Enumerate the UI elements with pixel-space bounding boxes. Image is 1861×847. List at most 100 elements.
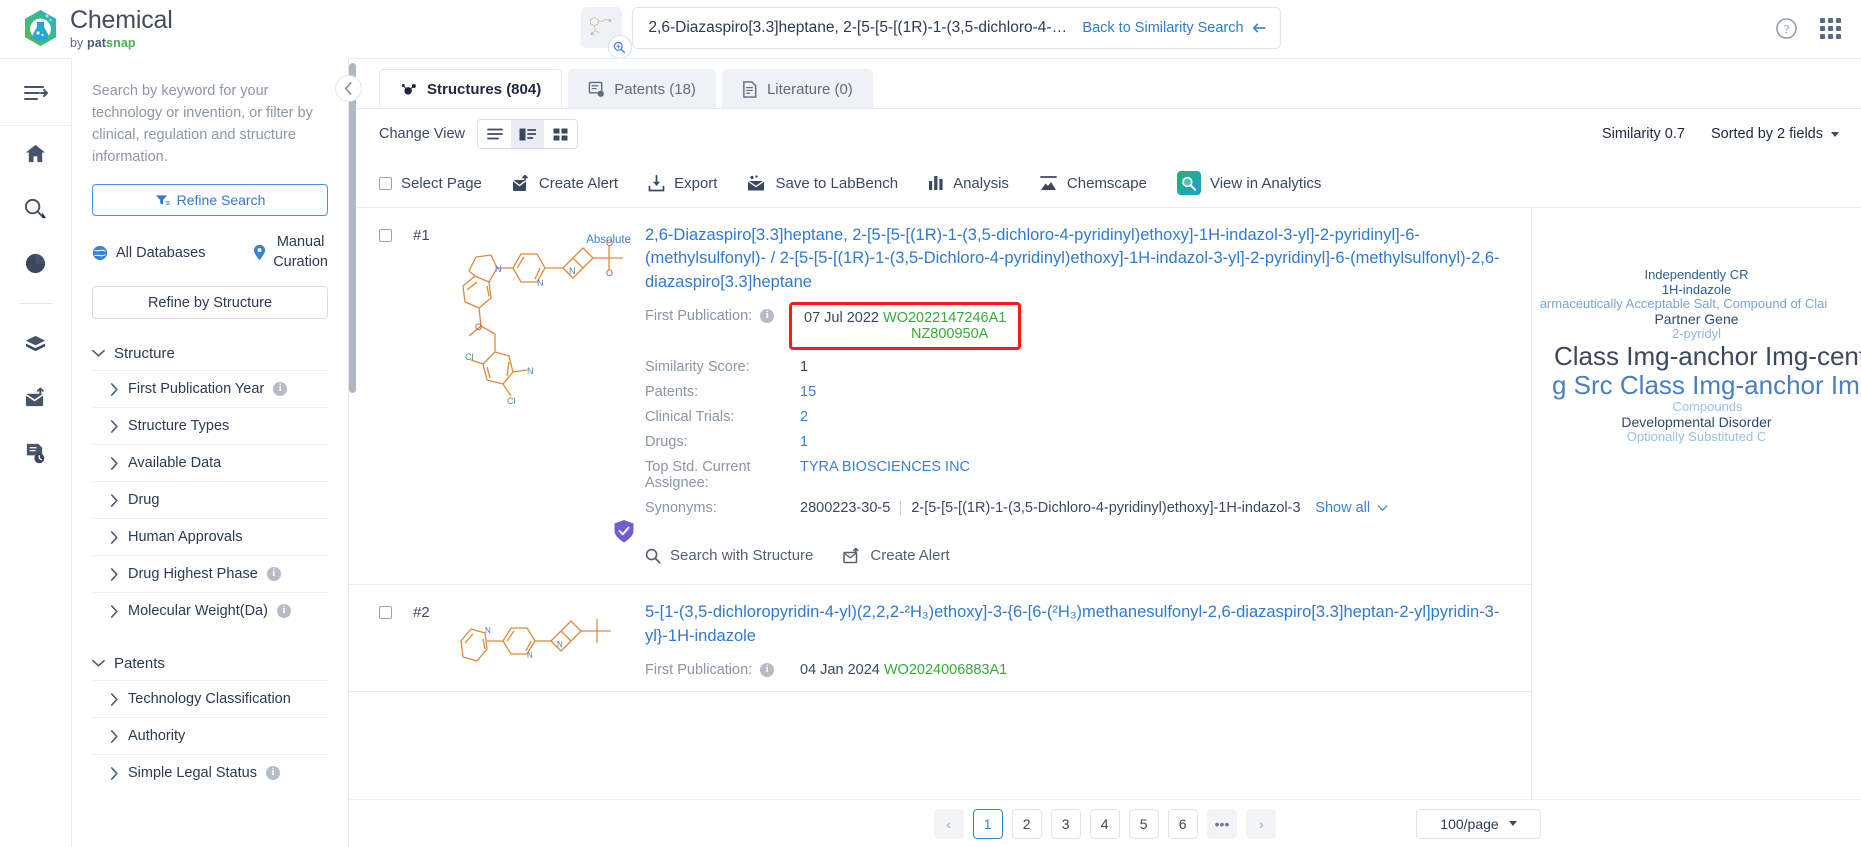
info-icon[interactable]: i [273, 382, 288, 397]
export-button[interactable]: Export [648, 174, 717, 192]
word-cloud-term-7[interactable]: g Src Class Img-anchor Im [1552, 370, 1860, 400]
facet-item-available-data[interactable]: Available Data [92, 444, 328, 481]
refine-by-structure-button[interactable]: Refine by Structure [92, 286, 328, 320]
search-input-box[interactable]: 2,6-Diazaspiro[3.3]heptane, 2-[5-[5-[(1R… [631, 7, 1281, 49]
result-title-link[interactable]: 2,6-Diazaspiro[3.3]heptane, 2-[5-[5-[(1R… [645, 224, 1531, 294]
rail-item-home[interactable] [0, 126, 71, 181]
facet-item-structure-types[interactable]: Structure Types [92, 407, 328, 444]
info-icon[interactable]: i [276, 604, 291, 619]
page-button-6[interactable]: 6 [1167, 808, 1198, 839]
word-cloud-term-8[interactable]: Compounds [1558, 400, 1857, 415]
tab-literature[interactable]: Literature (0) [721, 69, 873, 109]
rail-item-alerts[interactable] [0, 371, 71, 426]
similarity-score-value: 1 [800, 359, 809, 376]
search-query-text: 2,6-Diazaspiro[3.3]heptane, 2-[5-[5-[(1R… [648, 19, 1068, 36]
structure-thumbnail[interactable] [580, 7, 632, 59]
result-structure-image-2[interactable]: N N N [451, 601, 637, 691]
similarity-threshold[interactable]: Similarity 0.7 [1602, 126, 1685, 142]
info-icon[interactable]: i [760, 663, 775, 678]
rail-toggle-menu[interactable] [0, 65, 71, 126]
rail-item-search[interactable] [0, 181, 71, 236]
facet-item-molecular-weight[interactable]: Molecular Weight(Da) i [92, 592, 328, 629]
facet-group-header-structure[interactable]: Structure [92, 337, 328, 370]
facet-item-drug-highest-phase[interactable]: Drug Highest Phase i [92, 555, 328, 592]
page-ellipsis[interactable]: ••• [1206, 808, 1238, 839]
brand-logo[interactable]: Chemical by patsnap [0, 7, 173, 50]
brand-pat: pat [86, 35, 107, 50]
result-checkbox[interactable] [379, 606, 392, 620]
first-publication-code[interactable]: WO2024006883A1 [884, 662, 1007, 678]
detail-view-button[interactable] [511, 120, 544, 148]
create-alert-button[interactable]: Create Alert [512, 174, 618, 192]
word-cloud-term-5[interactable]: 2-pyridyl [1536, 327, 1857, 342]
facet-item-technology-classification[interactable]: Technology Classification [92, 680, 328, 717]
manual-curation-selector[interactable]: Manual Curation [253, 233, 328, 272]
facet-item-human-approvals[interactable]: Human Approvals [92, 518, 328, 555]
select-page-checkbox[interactable]: Select Page [379, 175, 482, 192]
create-alert-result-button[interactable]: Create Alert [843, 547, 950, 564]
word-cloud-term-6[interactable]: Class Img-anchor Img-cent [1554, 341, 1861, 371]
save-to-labbench-button[interactable]: Save to LabBench [747, 175, 898, 192]
facet-item-simple-legal-status[interactable]: Simple Legal Status i [92, 754, 328, 791]
first-publication-code[interactable]: WO2022147246A1 [883, 310, 1006, 326]
sidebar-scrollbar[interactable] [349, 63, 356, 393]
info-icon[interactable]: i [760, 309, 775, 324]
per-page-selector[interactable]: 100/page [1416, 808, 1541, 839]
facet-group-structure: Structure First Publication Year i Struc… [92, 337, 328, 629]
facet-group-header-patents[interactable]: Patents [92, 647, 328, 680]
all-databases-selector[interactable]: All Databases [92, 245, 205, 261]
facet-item-first-publication-year[interactable]: First Publication Year i [92, 370, 328, 407]
help-icon[interactable]: ? [1775, 17, 1798, 40]
patents-value[interactable]: 15 [800, 384, 816, 400]
facet-item-drug[interactable]: Drug [92, 481, 328, 518]
svg-text:N: N [569, 266, 576, 276]
rail-item-history[interactable] [0, 426, 71, 481]
search-with-structure-button[interactable]: Search with Structure [645, 547, 813, 564]
word-cloud-term-1[interactable]: Independently CR [1536, 267, 1857, 283]
chemscape-button[interactable]: Chemscape [1039, 175, 1147, 192]
apps-grid-icon[interactable] [1820, 18, 1841, 39]
create-alert-icon [843, 547, 859, 564]
refine-search-button[interactable]: Refine Search [92, 184, 328, 217]
synonyms-value: 2800223-30-5 2-[5-[5-[(1R)-1-(3,5-Dichlo… [800, 500, 1301, 516]
show-all-synonyms-link[interactable]: Show all [1315, 500, 1388, 516]
view-in-analytics-button[interactable]: View in Analytics [1176, 171, 1321, 195]
prev-page-button[interactable]: ‹ [933, 808, 964, 839]
result-checkbox[interactable] [379, 229, 392, 242]
collapse-sidebar-button[interactable] [335, 75, 362, 102]
word-cloud-term-4[interactable]: Partner Gene [1536, 311, 1857, 328]
word-cloud-term-2[interactable]: 1H-indazole [1536, 282, 1857, 298]
rail-item-analytics[interactable] [0, 236, 71, 291]
result-title-link[interactable]: 5-[1-(3,5-dichloropyridin-4-yl)(2,2,2-²H… [645, 601, 1531, 648]
sort-selector[interactable]: Sorted by 2 fields [1711, 126, 1839, 142]
page-button-3[interactable]: 3 [1050, 808, 1081, 839]
clinical-trials-value[interactable]: 2 [800, 409, 808, 425]
page-button-5[interactable]: 5 [1128, 808, 1159, 839]
drugs-value[interactable]: 1 [800, 434, 808, 450]
page-button-2[interactable]: 2 [1011, 808, 1042, 839]
tab-structures[interactable]: Structures (804) [379, 69, 563, 109]
back-to-similarity-search-link[interactable]: Back to Similarity Search [1082, 20, 1266, 36]
search-with-structure-label: Search with Structure [670, 547, 814, 565]
tab-patents[interactable]: Patents (18) [568, 69, 716, 109]
rail-item-database[interactable] [0, 316, 71, 371]
bar-chart-icon [929, 176, 943, 190]
analysis-button[interactable]: Analysis [928, 175, 1009, 192]
info-icon[interactable]: i [266, 567, 281, 582]
change-view-label: Change View [379, 126, 465, 142]
refine-search-label: Refine Search [176, 192, 266, 209]
zoom-structure-button[interactable] [607, 35, 632, 59]
assignee-value[interactable]: TYRA BIOSCIENCES INC [800, 459, 970, 475]
next-page-button[interactable]: › [1246, 808, 1277, 839]
result-structure-image-1[interactable]: Absolute N N N O O O Cl Cl N [451, 224, 637, 584]
page-button-1[interactable]: 1 [972, 808, 1003, 839]
info-icon[interactable]: i [265, 766, 280, 781]
grid-view-button[interactable] [544, 120, 577, 148]
page-button-4[interactable]: 4 [1089, 808, 1120, 839]
word-cloud-term-3[interactable]: armaceutically Acceptable Salt, Compound… [1532, 297, 1857, 312]
list-view-button[interactable] [478, 120, 511, 148]
facet-item-authority[interactable]: Authority [92, 717, 328, 754]
first-publication-code-2[interactable]: NZ800950A [804, 326, 1006, 342]
word-cloud-term-9[interactable]: Developmental Disorder [1536, 414, 1857, 431]
word-cloud-term-10[interactable]: Optionally Substituted C [1536, 430, 1857, 445]
